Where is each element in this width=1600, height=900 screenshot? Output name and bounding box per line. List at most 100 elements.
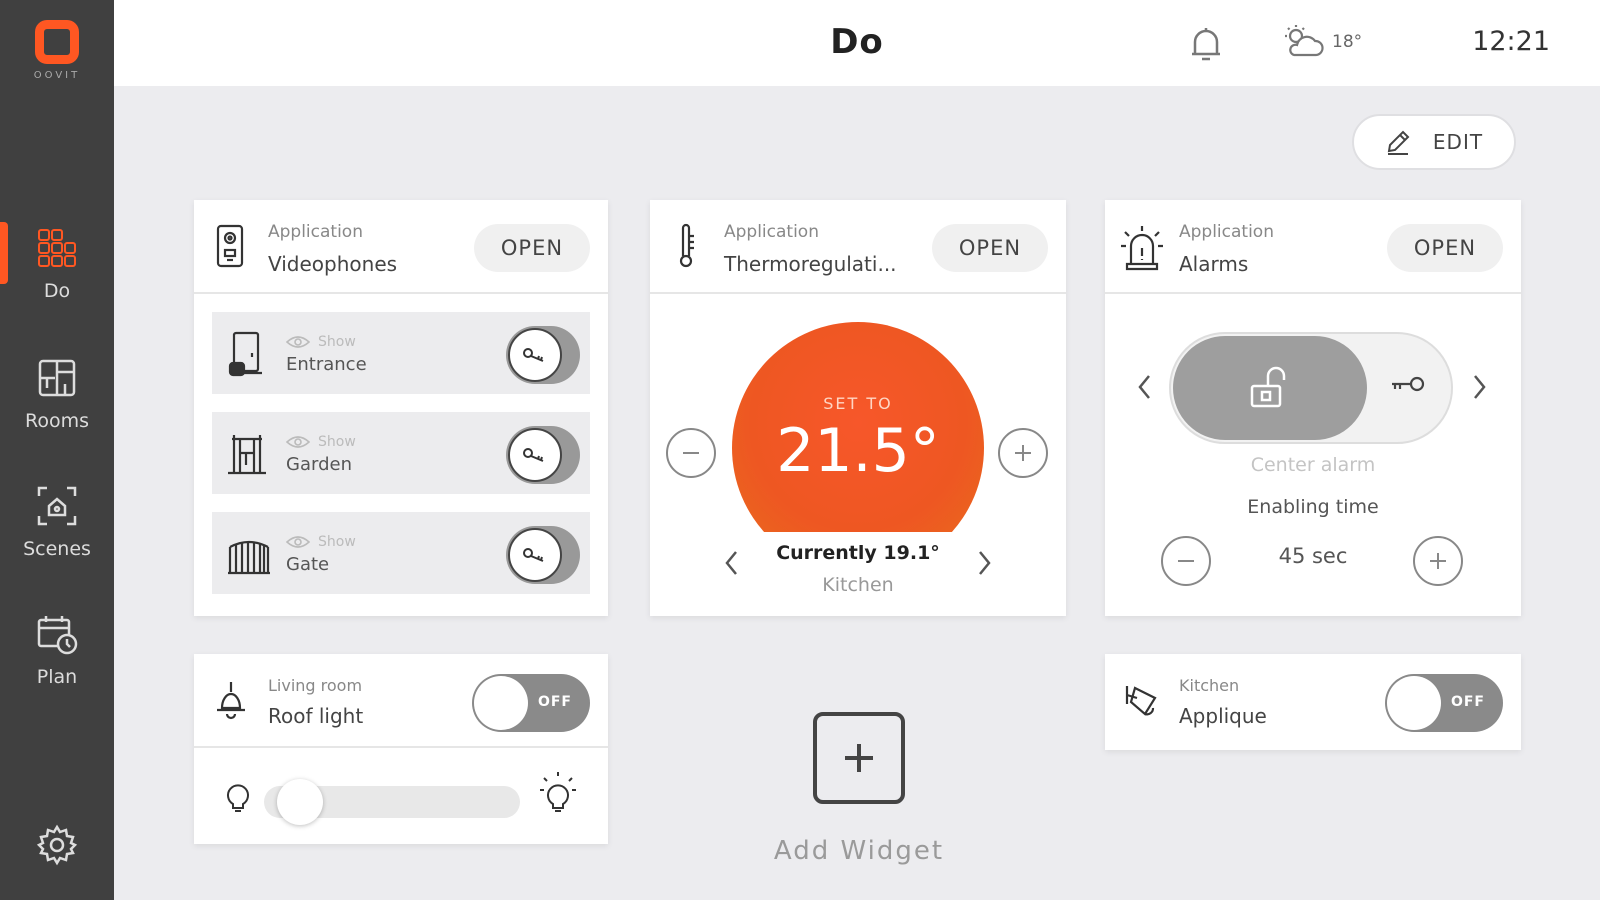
unlock-toggle[interactable] bbox=[506, 326, 580, 384]
minus-icon bbox=[683, 452, 699, 454]
alarm-switch-knob bbox=[1173, 336, 1367, 440]
applique-power-toggle[interactable]: OFF bbox=[1385, 674, 1503, 732]
applique-widget: Kitchen Applique OFF bbox=[1105, 654, 1521, 750]
gate-icon bbox=[228, 540, 270, 575]
wall-lamp-icon bbox=[1125, 686, 1157, 716]
clock: 12:21 bbox=[1472, 26, 1550, 57]
widget-title: Videophones bbox=[268, 252, 398, 276]
sidebar-item-do[interactable]: Do bbox=[0, 226, 114, 302]
sidebar-item-plan[interactable]: Plan bbox=[0, 612, 114, 688]
chevron-right-icon[interactable] bbox=[1469, 372, 1489, 402]
key-icon bbox=[523, 448, 544, 462]
show-link[interactable]: Show bbox=[286, 334, 356, 350]
show-link[interactable]: Show bbox=[286, 434, 356, 450]
toggle-knob bbox=[508, 528, 562, 582]
sidebar-item-label: Scenes bbox=[23, 538, 91, 560]
unlock-toggle[interactable] bbox=[506, 426, 580, 484]
alarm-arm-switch[interactable] bbox=[1169, 332, 1453, 444]
app-logo: OOVIT bbox=[0, 20, 114, 81]
widget-title: Roof light bbox=[268, 704, 364, 728]
calendar-clock-icon bbox=[37, 616, 78, 655]
gear-icon[interactable] bbox=[36, 824, 78, 866]
show-label: Show bbox=[318, 434, 356, 450]
bulb-off-icon bbox=[227, 784, 249, 812]
eye-icon bbox=[286, 536, 310, 548]
open-alarms-button[interactable]: OPEN bbox=[1387, 224, 1503, 272]
videophones-widget: Application Videophones OPEN Show Entran… bbox=[194, 200, 608, 616]
rooms-icon bbox=[38, 359, 76, 397]
door-phone-icon bbox=[228, 331, 262, 377]
sidebar-item-label: Do bbox=[43, 280, 71, 302]
chevron-left-icon[interactable] bbox=[1135, 372, 1155, 402]
bell-icon[interactable] bbox=[1188, 24, 1224, 64]
temperature-dial[interactable]: SET TO 21.5° bbox=[732, 322, 984, 532]
sidebar-item-label: Plan bbox=[36, 666, 78, 688]
sidebar: OOVIT Do Rooms Scenes Plan bbox=[0, 0, 114, 900]
alarm-center-name: Center alarm bbox=[1250, 454, 1376, 476]
widget-header: Application Alarms OPEN bbox=[1105, 200, 1521, 294]
videophone-row-garden: Show Garden bbox=[212, 412, 590, 494]
page-title: Do bbox=[830, 22, 884, 62]
partly-cloudy-icon bbox=[1285, 25, 1324, 57]
alarm-siren-icon bbox=[1121, 226, 1163, 271]
unlock-toggle[interactable] bbox=[506, 526, 580, 584]
grid-icon bbox=[38, 229, 76, 267]
dimmer-slider-thumb[interactable] bbox=[276, 779, 323, 825]
key-icon bbox=[523, 548, 544, 562]
weather-temperature: 18° bbox=[1332, 32, 1363, 52]
toggle-state-label: OFF bbox=[537, 694, 572, 710]
eye-icon bbox=[286, 436, 310, 448]
show-link[interactable]: Show bbox=[286, 534, 356, 550]
pencil-icon bbox=[1387, 130, 1410, 155]
toggle-knob bbox=[474, 676, 528, 730]
alarms-widget: Application Alarms OPEN Center alarm Ena… bbox=[1105, 200, 1521, 616]
garden-gate-icon bbox=[228, 435, 266, 475]
key-icon bbox=[1392, 376, 1425, 392]
set-to-label: SET TO bbox=[823, 394, 893, 413]
decrease-temperature-button[interactable] bbox=[666, 428, 716, 478]
plus-icon bbox=[1015, 445, 1031, 461]
increase-time-button[interactable] bbox=[1413, 536, 1463, 586]
roof-light-widget: Living room Roof light OFF bbox=[194, 654, 608, 844]
setpoint-value: 21.5° bbox=[776, 416, 940, 486]
top-bar: Do 18° 12:21 bbox=[114, 0, 1600, 86]
toggle-state-label: OFF bbox=[1450, 694, 1485, 710]
plus-icon bbox=[845, 744, 873, 772]
videophone-name: Entrance bbox=[286, 354, 367, 375]
key-icon bbox=[523, 348, 544, 362]
open-videophones-button[interactable]: OPEN bbox=[474, 224, 590, 272]
logo-text: OOVIT bbox=[33, 70, 81, 81]
widget-category: Application bbox=[268, 222, 363, 242]
show-label: Show bbox=[318, 334, 356, 350]
thermometer-icon bbox=[679, 223, 694, 268]
videophone-name: Gate bbox=[286, 554, 330, 575]
ceiling-lamp-icon bbox=[217, 682, 245, 720]
sidebar-item-scenes[interactable]: Scenes bbox=[0, 484, 114, 560]
plus-icon bbox=[1430, 553, 1446, 569]
scenes-icon bbox=[37, 486, 77, 526]
logo-mark bbox=[35, 20, 79, 64]
widget-category: Application bbox=[1179, 222, 1274, 242]
edit-button[interactable]: EDIT bbox=[1352, 114, 1516, 170]
widget-header: Application Videophones OPEN bbox=[194, 200, 608, 294]
bulb-on-icon bbox=[540, 772, 576, 812]
sidebar-item-label: Rooms bbox=[24, 410, 89, 432]
enabling-time-label: Enabling time bbox=[1247, 496, 1379, 518]
videophone-row-entrance: Show Entrance bbox=[212, 312, 590, 394]
increase-temperature-button[interactable] bbox=[998, 428, 1048, 478]
current-temperature: Currently 19.1° bbox=[776, 542, 940, 564]
thermoregulation-widget: Application Thermoregulati... OPEN SET T… bbox=[650, 200, 1066, 616]
open-thermoregulation-button[interactable]: OPEN bbox=[932, 224, 1048, 272]
sidebar-item-rooms[interactable]: Rooms bbox=[0, 356, 114, 432]
toggle-knob bbox=[508, 428, 562, 482]
weather-widget: 18° bbox=[1282, 24, 1362, 60]
add-widget-label: Add Widget bbox=[773, 836, 945, 866]
widget-header: Living room Roof light OFF bbox=[194, 654, 608, 748]
unlocked-padlock-icon bbox=[1250, 366, 1286, 408]
add-widget-button[interactable] bbox=[813, 712, 905, 804]
toggle-knob bbox=[1387, 676, 1441, 730]
widget-category: Application bbox=[724, 222, 819, 242]
show-label: Show bbox=[318, 534, 356, 550]
edit-button-label: EDIT bbox=[1432, 130, 1484, 154]
roof-light-power-toggle[interactable]: OFF bbox=[472, 674, 590, 732]
